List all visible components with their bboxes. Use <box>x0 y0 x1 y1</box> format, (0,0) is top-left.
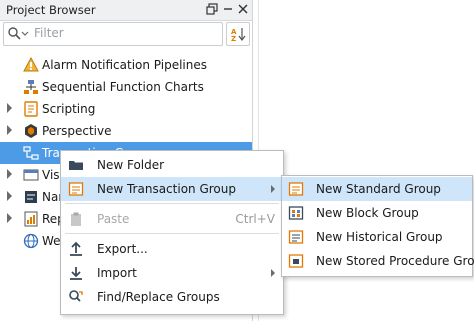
expand-arrow-icon[interactable] <box>7 125 12 135</box>
menu-item-label: Find/Replace Groups <box>97 290 220 304</box>
menu-item-label: New Folder <box>97 158 165 172</box>
menu-item-paste: Paste Ctrl+V <box>61 207 283 231</box>
find-replace-icon <box>68 289 84 305</box>
menu-item-label: Export... <box>97 242 148 256</box>
panel-title: Project Browser <box>6 3 96 17</box>
submenu-item-label: New Stored Procedure Group <box>316 254 474 268</box>
named-query-icon <box>23 189 39 205</box>
expand-arrow-icon[interactable] <box>7 103 12 113</box>
menu-item-label: Import <box>97 266 137 280</box>
sort-button[interactable]: AZ <box>226 22 250 46</box>
close-icon[interactable] <box>235 2 251 18</box>
float-window-icon[interactable] <box>204 2 220 18</box>
sfc-icon <box>23 79 39 95</box>
new-transaction-group-submenu: New Standard Group New Block Group New H… <box>281 175 474 277</box>
submenu-item-standard-group[interactable]: New Standard Group <box>282 177 472 201</box>
paste-shortcut: Ctrl+V <box>235 212 275 226</box>
submenu-arrow-icon <box>271 185 275 193</box>
tree-item-alarm-pipelines[interactable]: Alarm Notification Pipelines <box>0 54 252 76</box>
submenu-item-stored-procedure-group[interactable]: New Stored Procedure Group <box>282 249 474 273</box>
export-icon <box>68 241 84 257</box>
perspective-icon <box>23 123 39 139</box>
web-dev-icon <box>23 233 39 249</box>
tree-item-label: Sequential Function Charts <box>42 80 204 94</box>
submenu-item-label: New Standard Group <box>316 182 441 196</box>
tree-item-perspective[interactable]: Perspective <box>0 120 252 142</box>
vision-icon <box>23 167 39 183</box>
reports-icon <box>23 211 39 227</box>
transaction-groups-icon <box>23 145 39 161</box>
expand-arrow-icon[interactable] <box>7 213 12 223</box>
tree-item-label: Alarm Notification Pipelines <box>42 58 208 72</box>
menu-item-new-folder[interactable]: New Folder <box>61 153 283 177</box>
tree-item-label: Scripting <box>42 102 96 116</box>
panel-titlebar: Project Browser <box>0 0 252 21</box>
expand-arrow-icon[interactable] <box>7 169 12 179</box>
expand-arrow-icon[interactable] <box>7 191 12 201</box>
menu-item-label: Paste <box>97 212 130 226</box>
paste-icon <box>68 211 84 227</box>
menu-separator <box>65 233 279 234</box>
block-group-icon <box>288 205 304 221</box>
menu-item-label: New Transaction Group <box>97 182 236 196</box>
menu-item-new-transaction-group[interactable]: New Transaction Group <box>61 177 283 201</box>
context-menu: New Folder New Transaction Group Paste C… <box>60 150 284 315</box>
tree-item-scripting[interactable]: Scripting <box>0 98 252 120</box>
filter-search-box[interactable] <box>3 22 223 46</box>
menu-item-find-replace[interactable]: Find/Replace Groups <box>61 285 283 309</box>
transaction-group-icon <box>68 181 84 197</box>
tree-item-label: Perspective <box>42 124 112 138</box>
sort-alpha-icon: AZ <box>230 26 246 45</box>
minimize-icon[interactable] <box>220 2 236 18</box>
menu-separator <box>65 203 279 204</box>
standard-group-icon <box>288 181 304 197</box>
submenu-arrow-icon <box>271 269 275 277</box>
search-icon <box>7 26 29 45</box>
filter-input[interactable] <box>34 25 214 41</box>
import-icon <box>68 265 84 281</box>
alarm-pipeline-icon <box>23 56 39 73</box>
historical-group-icon <box>288 229 304 245</box>
tree-item-sfc[interactable]: Sequential Function Charts <box>0 76 252 98</box>
submenu-item-label: New Historical Group <box>316 230 443 244</box>
submenu-item-historical-group[interactable]: New Historical Group <box>282 225 472 249</box>
submenu-item-block-group[interactable]: New Block Group <box>282 201 472 225</box>
scripting-icon <box>23 101 39 117</box>
svg-text:Z: Z <box>231 35 236 42</box>
menu-item-import[interactable]: Import <box>61 261 283 285</box>
folder-icon <box>68 157 84 173</box>
submenu-item-label: New Block Group <box>316 206 419 220</box>
stored-procedure-group-icon <box>288 253 304 269</box>
menu-item-export[interactable]: Export... <box>61 237 283 261</box>
